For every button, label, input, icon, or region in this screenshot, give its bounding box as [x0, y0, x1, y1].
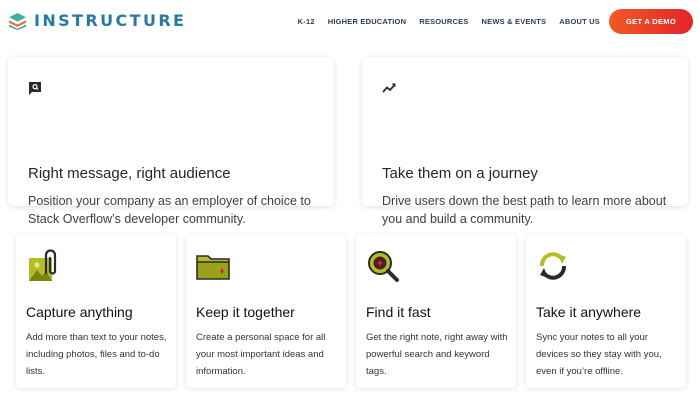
feature-description: Get the right note, right away with powe… — [366, 332, 508, 377]
feature-description: Drive users down the best path to learn … — [382, 194, 667, 226]
feature-description: Sync your notes to all your devices so t… — [536, 332, 662, 377]
nav-item-about-us[interactable]: ABOUT US — [559, 17, 600, 27]
nav-item-resources[interactable]: RESOURCES — [419, 17, 468, 27]
instructure-logo-icon — [9, 12, 26, 30]
feature-description: Position your company as an employer of … — [28, 194, 311, 226]
feature-card-keep-it-together: Keep it together Create a personal space… — [186, 235, 346, 388]
feature-title: Find it fast — [366, 304, 431, 320]
instructure-logo[interactable]: INSTRUCTURE — [9, 12, 186, 30]
trending-up-icon — [382, 83, 396, 93]
feature-card-find-it-fast: Find it fast Get the right note, right a… — [356, 235, 516, 388]
main-nav: K-12 HIGHER EDUCATION RESOURCES NEWS & E… — [298, 17, 600, 27]
logo-wordmark: INSTRUCTURE — [34, 11, 187, 30]
sync-icon — [540, 252, 566, 280]
message-icon — [29, 82, 41, 95]
feature-title: Take it anywhere — [536, 304, 642, 320]
folder-icon — [196, 255, 230, 280]
feature-card-journey: Take them on a journey Drive users down … — [362, 57, 688, 226]
feature-description: Add more than text to your notes, includ… — [26, 332, 167, 377]
attachment-icon — [29, 249, 57, 281]
feature-title: Take them on a journey — [382, 165, 538, 182]
feature-title: Capture anything — [26, 304, 133, 320]
feature-card-capture-anything: Capture anything Add more than text to y… — [16, 235, 176, 388]
site-header: INSTRUCTURE K-12 HIGHER EDUCATION RESOUR… — [0, 0, 700, 44]
feature-title: Keep it together — [196, 304, 295, 320]
nav-item-higher-education[interactable]: HIGHER EDUCATION — [328, 17, 406, 27]
nav-item-k12[interactable]: K-12 — [298, 17, 315, 27]
feature-card-take-it-anywhere: Take it anywhere Sync your notes to all … — [526, 235, 686, 388]
feature-title: Right message, right audience — [28, 165, 231, 182]
feature-description: Create a personal space for all your mos… — [196, 332, 326, 377]
feature-card-right-message: Right message, right audience Position y… — [8, 57, 334, 226]
search-icon — [368, 251, 399, 282]
nav-item-news-events[interactable]: NEWS & EVENTS — [482, 17, 547, 27]
get-a-demo-button[interactable]: GET A DEMO — [609, 9, 693, 34]
